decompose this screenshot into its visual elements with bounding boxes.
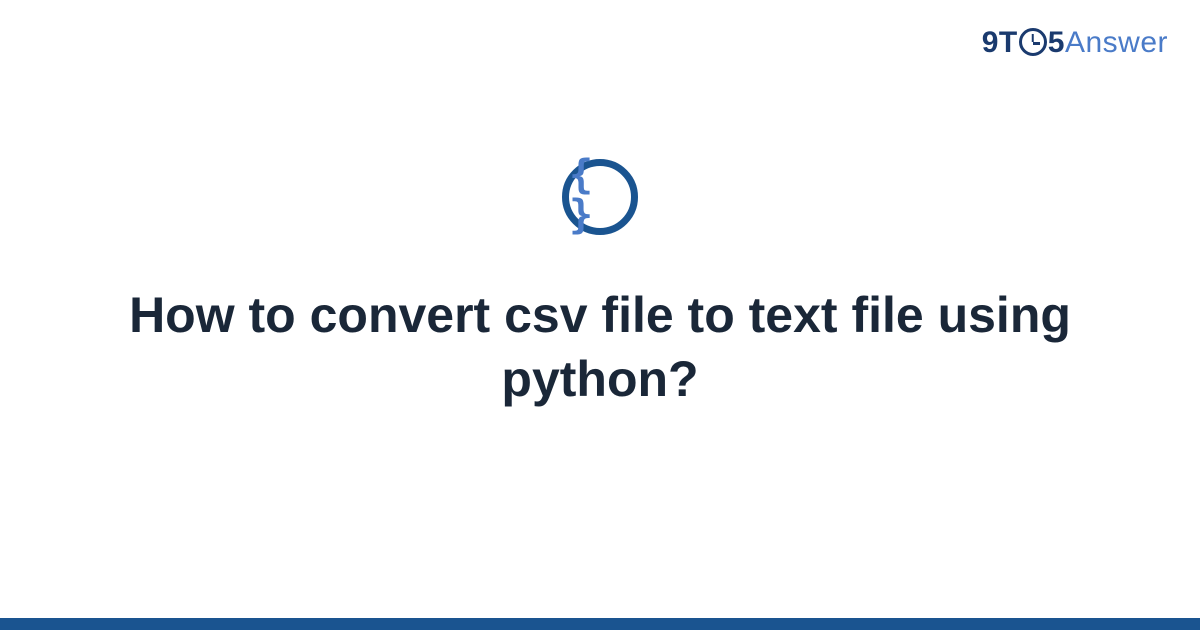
main-content: { } How to convert csv file to text file…	[0, 0, 1200, 630]
page-title: How to convert csv file to text file usi…	[100, 283, 1100, 411]
footer-accent-bar	[0, 618, 1200, 630]
code-braces-glyph: { }	[569, 155, 631, 235]
code-braces-icon: { }	[562, 159, 638, 235]
